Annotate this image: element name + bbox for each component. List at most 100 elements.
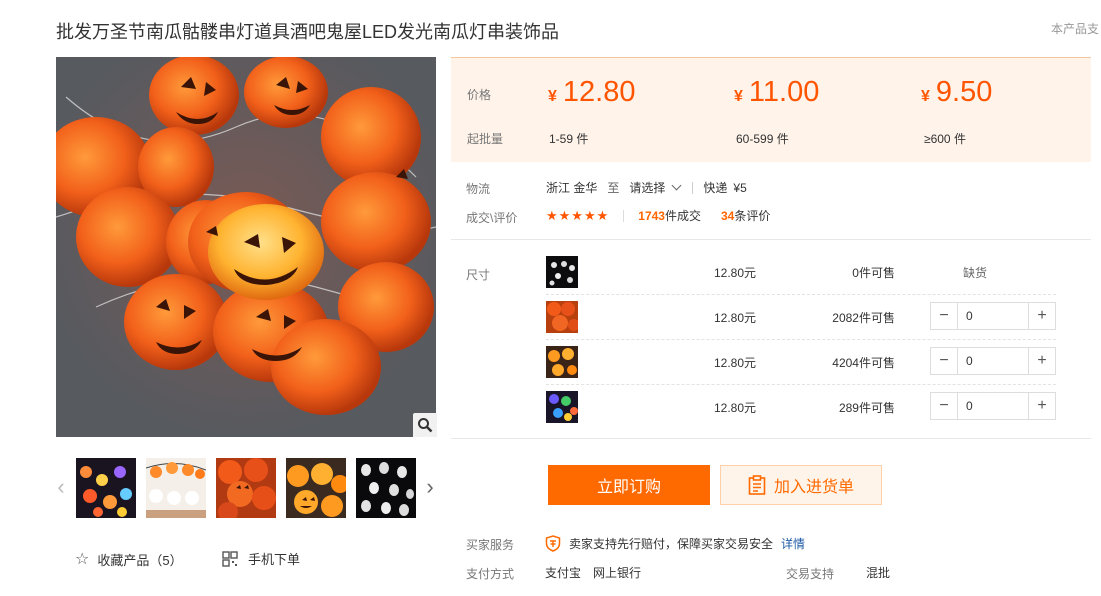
quantity-stepper[interactable]: − 0 + [930, 347, 1056, 375]
buyer-service-line: 卖家支持先行赔付，保障买家交易安全 详情 [545, 535, 805, 552]
sku-price: 12.80元 [714, 356, 757, 370]
destination-value: 请选择 [629, 181, 666, 195]
deals-label: 成交\评价 [466, 211, 518, 225]
mobile-order-label: 手机下单 [248, 552, 301, 567]
price-tier-3: ¥ 9.50 [921, 76, 992, 109]
stock-suffix: 件可售 [858, 266, 895, 280]
details-link[interactable]: 详情 [781, 535, 805, 552]
sku-stock: 4204件可售 [832, 354, 895, 371]
buyer-service-text: 卖家支持先行赔付，保障买家交易安全 [569, 537, 774, 551]
origin-location: 浙江 金华 [546, 181, 598, 195]
magnifier-icon [418, 418, 433, 433]
sku-swatch-3[interactable] [546, 346, 578, 378]
currency-symbol: ¥ [548, 88, 557, 105]
decrement-button[interactable]: − [931, 303, 957, 329]
moq-tier-3: ≥600 件 [924, 130, 966, 147]
qrcode-icon [222, 550, 238, 567]
separator [623, 209, 625, 222]
price-tier-1: ¥ 12.80 [548, 76, 635, 109]
price-value: 12.80 [562, 76, 636, 108]
thumbnail-1[interactable] [76, 458, 136, 518]
sku-swatch-4[interactable] [546, 391, 578, 423]
rating-stars-icon[interactable]: ★★★★★ [546, 208, 609, 224]
support-hint: 本产品支 [1051, 22, 1100, 36]
moq-tier-1: 1-59 件 [549, 130, 588, 147]
add-to-cart-button[interactable]: 加入进货单 [720, 465, 882, 505]
section-divider [451, 239, 1091, 240]
review-count: 34 [721, 209, 735, 223]
price-value: 11.00 [748, 76, 820, 108]
moq-range: ≥600 [924, 132, 951, 146]
quantity-stepper[interactable]: − 0 + [930, 302, 1056, 330]
destination-select[interactable]: 请选择 [629, 179, 682, 196]
express-label: 快递 [703, 181, 728, 195]
stock-number: 289 [838, 401, 859, 415]
moq-unit: 件 [953, 132, 966, 146]
moq-range: 60-599 [736, 132, 774, 146]
sold-count: 1743 [638, 209, 665, 223]
increment-button[interactable]: + [1029, 348, 1055, 374]
thumbnail-4[interactable] [286, 458, 346, 518]
to-text: 至 [607, 181, 620, 195]
moq-tier-2: 60-599 件 [736, 130, 789, 147]
collect-product-button[interactable]: ☆ 收藏产品（5） [75, 549, 183, 569]
increment-button[interactable]: + [1029, 393, 1055, 419]
thumbnail-2[interactable] [146, 458, 206, 518]
price-value: 9.50 [935, 76, 993, 108]
chevron-down-icon [671, 180, 682, 191]
moq-range: 1-59 [549, 132, 574, 146]
stock-suffix: 件可售 [858, 401, 895, 415]
size-label: 尺寸 [466, 268, 491, 282]
express-fee: ¥5 [733, 180, 747, 195]
increment-button[interactable]: + [1029, 303, 1055, 329]
payment-label: 支付方式 [466, 567, 515, 581]
buy-now-label: 立即订购 [596, 479, 661, 496]
stock-suffix: 件可售 [858, 356, 895, 370]
collect-label: 收藏产品（5） [97, 552, 183, 568]
review-suffix: 条评价 [734, 209, 771, 223]
review-count-link[interactable]: 34条评价 [721, 207, 770, 224]
payment-methods: 支付宝 网上银行 [545, 564, 641, 581]
stock-number: 4204 [832, 356, 859, 370]
quantity-input[interactable]: 0 [957, 303, 1029, 329]
trade-support-label: 交易支持 [786, 567, 835, 581]
currency-symbol: ¥ [921, 88, 930, 105]
quantity-input[interactable]: 0 [957, 393, 1029, 419]
price-tier-2: ¥ 11.00 [734, 76, 819, 109]
clipboard-icon [748, 475, 766, 495]
stock-number: 0 [852, 266, 859, 280]
separator [692, 181, 694, 194]
sku-row: 12.80元 2082件可售 − 0 + [546, 295, 1056, 339]
buy-now-button[interactable]: 立即订购 [548, 465, 710, 505]
sku-row: 12.80元 4204件可售 − 0 + [546, 340, 1056, 384]
sku-swatch-1[interactable] [546, 256, 578, 288]
out-of-stock-badge: 缺货 [963, 266, 988, 280]
deals-line: ★★★★★ 1743件成交 34条评价 [546, 207, 770, 224]
thumb-next-arrow-icon[interactable]: › [423, 472, 437, 502]
moq-unit: 件 [776, 132, 789, 146]
payment-alipay: 支付宝 [545, 566, 582, 580]
quantity-stepper[interactable]: − 0 + [930, 392, 1056, 420]
sold-count-link[interactable]: 1743件成交 [638, 207, 701, 224]
payment-netbank: 网上银行 [593, 566, 642, 580]
sold-suffix: 件成交 [664, 209, 701, 223]
sku-price: 12.80元 [714, 401, 757, 415]
buyer-service-label: 买家服务 [466, 538, 515, 552]
section-divider [451, 438, 1091, 439]
decrement-button[interactable]: − [931, 348, 957, 374]
logistics-label: 物流 [466, 182, 491, 196]
price-label: 价格 [467, 88, 492, 102]
decrement-button[interactable]: − [931, 393, 957, 419]
thumbnail-3[interactable] [216, 458, 276, 518]
thumb-prev-arrow-icon[interactable]: ‹ [54, 472, 68, 502]
zoom-button[interactable] [413, 413, 437, 437]
sku-swatch-2[interactable] [546, 301, 578, 333]
moq-label: 起批量 [467, 132, 504, 146]
mobile-order-button[interactable]: 手机下单 [222, 549, 300, 568]
quantity-input[interactable]: 0 [957, 348, 1029, 374]
moq-unit: 件 [576, 132, 589, 146]
star-outline-icon: ☆ [75, 551, 90, 568]
sku-stock: 289件可售 [839, 399, 895, 416]
thumbnail-5[interactable] [356, 458, 416, 518]
sku-stock: 2082件可售 [832, 309, 895, 326]
